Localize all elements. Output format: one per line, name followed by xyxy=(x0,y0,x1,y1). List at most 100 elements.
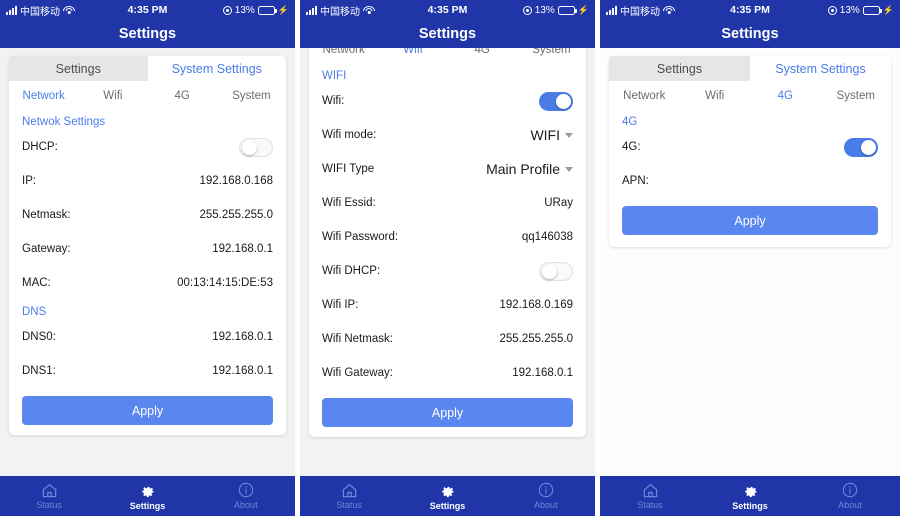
tab-wifi[interactable]: Wifi xyxy=(78,81,147,110)
row-wifi-essid-value[interactable]: URay xyxy=(544,197,573,209)
apply-button[interactable]: Apply xyxy=(322,398,573,427)
row-wifi-gateway: Wifi Gateway: 192.168.0.1 xyxy=(309,356,586,390)
wifi-type-value: Main Profile xyxy=(486,161,560,177)
tabbar-item-settings[interactable]: Settings xyxy=(700,482,800,511)
segment-system-settings-label: System Settings xyxy=(775,61,866,76)
tabbar-item-about[interactable]: About xyxy=(800,482,900,510)
settings-card: Settings System Settings Network Wifi 4G… xyxy=(9,56,286,435)
row-wifi-label: Wifi: xyxy=(322,95,345,107)
apply-button[interactable]: Apply xyxy=(22,396,273,425)
tab-4g[interactable]: 4G xyxy=(750,81,821,110)
clock-label: 4:35 PM xyxy=(427,4,468,16)
row-dns1-value[interactable]: 192.168.0.1 xyxy=(212,365,273,377)
bottom-tab-bar: Status Settings About xyxy=(0,476,295,516)
row-4g-label: 4G: xyxy=(622,141,641,153)
section-heading-dns: DNS xyxy=(22,306,47,318)
tabbar-settings-label: Settings xyxy=(732,500,768,511)
segment-system-settings[interactable]: System Settings xyxy=(148,56,287,81)
gear-icon xyxy=(744,486,757,497)
tab-wifi[interactable]: Wifi xyxy=(680,81,751,110)
row-dns0: DNS0: 192.168.0.1 xyxy=(9,320,286,354)
wifi-mode-select[interactable]: WIFI xyxy=(530,127,573,143)
battery-icon xyxy=(557,5,577,15)
tabbar-item-status[interactable]: Status xyxy=(0,483,98,510)
row-dhcp: DHCP: xyxy=(9,130,286,164)
bottom-tab-bar: Status Settings About xyxy=(600,476,900,516)
row-dns1-label: DNS1: xyxy=(22,365,56,377)
tabbar-status-label: Status xyxy=(637,499,663,510)
apply-row: Apply xyxy=(9,388,286,425)
row-netmask: Netmask: 255.255.255.0 xyxy=(9,198,286,232)
status-bar: 中国移动 4:35 PM 13% ⚡ xyxy=(300,0,595,20)
row-apn: APN: xyxy=(609,164,891,198)
segment-system-settings[interactable]: System Settings xyxy=(750,56,891,81)
tabbar-item-status[interactable]: Status xyxy=(300,483,398,510)
tab-wifi[interactable]: Wifi xyxy=(378,48,447,64)
home-icon xyxy=(42,483,56,497)
tabbar-item-about[interactable]: About xyxy=(197,482,295,510)
row-gateway: Gateway: 192.168.0.1 xyxy=(9,232,286,266)
segment-settings-label: Settings xyxy=(656,61,703,76)
row-netmask-value[interactable]: 255.255.255.0 xyxy=(199,209,273,221)
sub-tab-bar: Network Wifi 4G System xyxy=(9,81,286,110)
location-services-icon xyxy=(222,5,232,15)
wifi-type-select[interactable]: Main Profile xyxy=(486,161,573,177)
page-title: Settings xyxy=(418,26,477,42)
wifi-toggle[interactable] xyxy=(539,91,573,111)
content-area: Settings System Settings Network Wifi 4G… xyxy=(0,48,295,476)
row-gateway-value[interactable]: 192.168.0.1 xyxy=(212,243,273,255)
tab-network[interactable]: Network xyxy=(9,81,78,110)
tab-system[interactable]: System xyxy=(517,48,586,64)
apply-button[interactable]: Apply xyxy=(622,206,878,235)
tab-system[interactable]: System xyxy=(217,81,286,110)
row-dns0-value[interactable]: 192.168.0.1 xyxy=(212,331,273,343)
row-wifi-password-value[interactable]: qq146038 xyxy=(522,231,573,243)
settings-card: Settings System Settings Network Wifi 4G… xyxy=(309,48,586,437)
dhcp-toggle[interactable] xyxy=(239,137,273,157)
row-ip-value[interactable]: 192.168.0.168 xyxy=(199,175,273,187)
phone-screen-wifi: 中国移动 4:35 PM 13% ⚡ Settings Settings xyxy=(300,0,595,516)
tab-4g[interactable]: 4G xyxy=(148,81,217,110)
row-dns0-label: DNS0: xyxy=(22,331,56,343)
row-ip: IP: 192.168.0.168 xyxy=(9,164,286,198)
fourg-toggle[interactable] xyxy=(844,137,878,157)
row-4g: 4G: xyxy=(609,130,891,164)
tabbar-item-settings[interactable]: Settings xyxy=(98,482,196,511)
location-services-icon xyxy=(827,5,837,15)
row-wifi-netmask-value[interactable]: 255.255.255.0 xyxy=(499,333,573,345)
gear-icon xyxy=(142,486,154,497)
nav-bar: Settings xyxy=(0,20,295,48)
tabbar-item-about[interactable]: About xyxy=(497,482,595,510)
row-wifi-type-label: WIFI Type xyxy=(322,163,375,175)
tabbar-item-status[interactable]: Status xyxy=(600,483,700,510)
row-wifi-mode: Wifi mode: WIFI xyxy=(309,118,586,152)
row-wifi-gateway-label: Wifi Gateway: xyxy=(322,367,393,379)
section-heading-4g: 4G xyxy=(622,116,638,128)
apply-row: Apply xyxy=(609,198,891,235)
tabbar-settings-label: Settings xyxy=(429,500,466,511)
segment-settings[interactable]: Settings xyxy=(609,56,750,81)
row-wifi-ip: Wifi IP: 192.168.0.169 xyxy=(309,288,586,322)
tabbar-item-settings[interactable]: Settings xyxy=(398,482,496,511)
content-area: Settings System Settings Network Wifi 4G… xyxy=(600,48,900,476)
tabbar-status-label: Status xyxy=(36,499,62,510)
section-heading-network: Netwok Settings xyxy=(22,116,106,128)
segment-settings[interactable]: Settings xyxy=(9,56,148,81)
tab-network[interactable]: Network xyxy=(609,81,680,110)
sub-tab-bar: Network Wifi 4G System xyxy=(309,48,586,64)
chevron-down-icon xyxy=(565,132,573,138)
row-wifi-gateway-value[interactable]: 192.168.0.1 xyxy=(512,367,573,379)
tab-system[interactable]: System xyxy=(821,81,892,110)
tab-network[interactable]: Network xyxy=(309,48,378,64)
info-circle-icon xyxy=(538,482,554,498)
settings-card: Settings System Settings Network Wifi 4G… xyxy=(609,56,891,247)
tabbar-status-label: Status xyxy=(336,499,362,510)
segment-settings-label: Settings xyxy=(55,61,101,76)
wifi-dhcp-toggle[interactable] xyxy=(539,261,573,281)
phone-screen-network: 中国移动 4:35 PM 13% ⚡ Settings Settings Sys… xyxy=(0,0,295,516)
tab-4g[interactable]: 4G xyxy=(448,48,517,64)
row-wifi-ip-value[interactable]: 192.168.0.169 xyxy=(499,299,573,311)
chevron-down-icon xyxy=(565,166,573,172)
wifi-mode-value: WIFI xyxy=(530,127,560,143)
row-mac: MAC: 00:13:14:15:DE:53 xyxy=(9,266,286,300)
